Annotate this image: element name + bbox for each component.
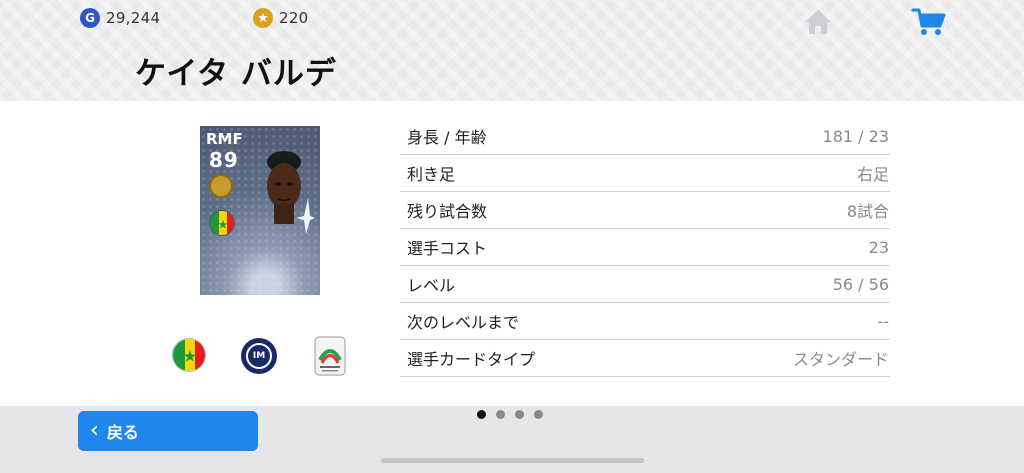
player-card: RMF 89 xyxy=(200,126,320,295)
league-logo-icon xyxy=(314,336,346,376)
stat-label: レベル xyxy=(407,276,456,295)
stat-row-cost: 選手コスト 23 xyxy=(400,229,890,266)
stat-value: 56 / 56 xyxy=(832,274,889,294)
cart-icon[interactable] xyxy=(911,6,947,38)
stat-row-level: レベル 56 / 56 xyxy=(400,266,890,303)
stat-row-height-age: 身長 / 年齢 181 / 23 xyxy=(400,118,890,155)
gp-balance: G 29,244 xyxy=(80,8,160,28)
header-bar: G 29,244 ★ 220 ケイタ バルデ xyxy=(0,0,1024,101)
player-name: ケイタ バルデ xyxy=(135,56,337,92)
stat-label: 身長 / 年齢 xyxy=(407,128,487,147)
coin-amount: 220 xyxy=(279,9,309,27)
gp-coin-icon: G xyxy=(80,8,100,28)
chevron-left-icon: ‹ xyxy=(90,418,99,443)
stat-row-card-type: 選手カードタイプ スタンダード xyxy=(400,340,890,377)
club-logo-icon: IM xyxy=(241,338,277,374)
stat-value: 右足 xyxy=(856,165,889,184)
page-dot-4[interactable] xyxy=(534,410,543,419)
nationality-flag-icon xyxy=(172,338,206,372)
page-dot-3[interactable] xyxy=(515,410,524,419)
home-icon xyxy=(805,10,831,34)
back-button[interactable]: ‹ 戻る xyxy=(78,411,258,451)
card-rating: 89 xyxy=(209,148,239,172)
stat-label: 選手コスト xyxy=(407,239,488,258)
home-indicator-bar xyxy=(381,458,644,463)
player-stats-table: 身長 / 年齢 181 / 23 利き足 右足 残り試合数 8試合 選手コスト … xyxy=(400,118,890,377)
stat-label: 利き足 xyxy=(407,165,456,184)
stat-label: 残り試合数 xyxy=(407,202,488,221)
back-button-label: 戻る xyxy=(106,423,139,442)
stat-value: 8試合 xyxy=(846,202,889,221)
stat-value: -- xyxy=(877,311,889,331)
page-dot-2[interactable] xyxy=(496,410,505,419)
stat-row-foot: 利き足 右足 xyxy=(400,155,890,192)
page-indicator xyxy=(477,410,543,419)
stat-value: 181 / 23 xyxy=(822,126,889,146)
star-coin-icon: ★ xyxy=(253,8,273,28)
stat-value: 23 xyxy=(868,237,889,257)
sparkle-icon xyxy=(296,198,315,234)
stat-label: 次のレベルまで xyxy=(407,313,520,332)
club-logo-mark: IM xyxy=(246,343,272,369)
coin-balance: ★ 220 xyxy=(253,8,309,28)
senegal-flag-icon xyxy=(209,210,235,236)
card-position: RMF xyxy=(206,130,243,148)
stat-value: スタンダード xyxy=(792,350,889,369)
stat-label: 選手カードタイプ xyxy=(407,350,536,369)
stat-row-remaining-matches: 残り試合数 8試合 xyxy=(400,192,890,229)
card-badge-icon xyxy=(209,174,233,198)
gp-amount: 29,244 xyxy=(106,9,161,27)
page-dot-1[interactable] xyxy=(477,410,486,419)
stat-row-next-level: 次のレベルまで -- xyxy=(400,303,890,340)
